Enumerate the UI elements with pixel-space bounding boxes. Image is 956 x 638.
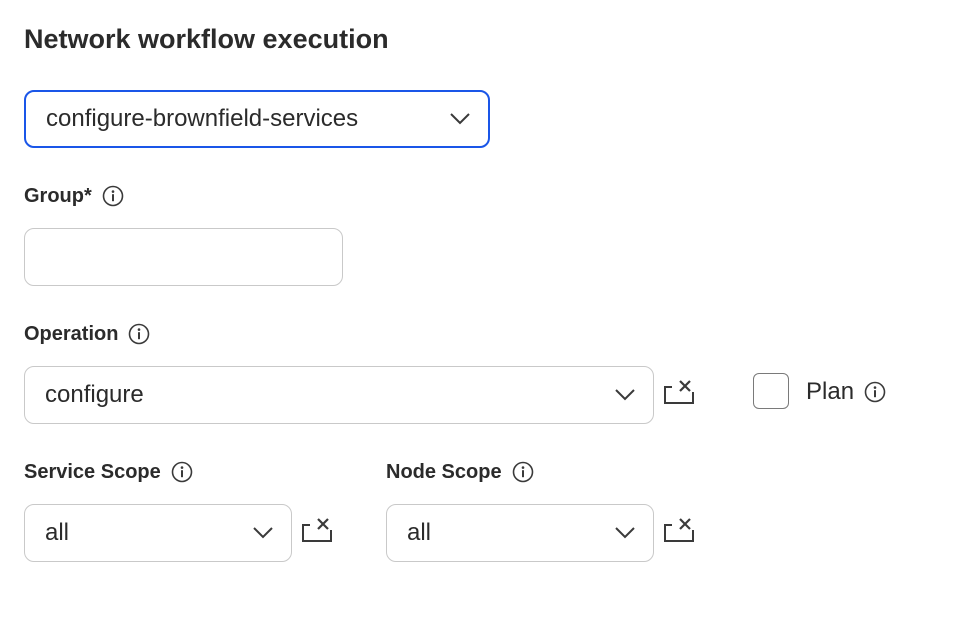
service-scope-label-text: Service Scope bbox=[24, 461, 161, 483]
service-scope-label: Service Scope bbox=[24, 459, 193, 485]
operation-select[interactable]: configure bbox=[24, 366, 654, 424]
service-scope-select-value: all bbox=[45, 519, 70, 546]
clear-field-icon[interactable] bbox=[662, 378, 696, 408]
service-scope-select[interactable]: all bbox=[24, 504, 292, 562]
info-icon[interactable] bbox=[128, 323, 150, 345]
operation-label-text: Operation bbox=[24, 323, 119, 345]
info-icon[interactable] bbox=[171, 461, 193, 483]
node-scope-select[interactable]: all bbox=[386, 504, 654, 562]
chevron-down-icon bbox=[613, 383, 637, 407]
chevron-down-icon bbox=[251, 521, 275, 545]
operation-label: Operation bbox=[24, 321, 150, 347]
page-title: Network workflow execution bbox=[24, 24, 389, 54]
chevron-down-icon bbox=[448, 107, 472, 131]
group-input[interactable] bbox=[24, 228, 343, 286]
clear-field-icon[interactable] bbox=[662, 516, 696, 546]
info-icon[interactable] bbox=[102, 185, 124, 207]
info-icon[interactable] bbox=[864, 381, 886, 403]
plan-label-text: Plan bbox=[806, 378, 855, 405]
info-icon[interactable] bbox=[512, 461, 534, 483]
workflow-select[interactable]: configure-brownfield-services bbox=[24, 90, 490, 148]
node-scope-label: Node Scope bbox=[386, 459, 534, 485]
node-scope-label-text: Node Scope bbox=[386, 461, 502, 483]
chevron-down-icon bbox=[613, 521, 637, 545]
operation-select-value: configure bbox=[45, 381, 144, 408]
plan-label: Plan bbox=[806, 377, 886, 407]
workflow-form: Network workflow execution configure-bro… bbox=[0, 0, 956, 638]
workflow-select-value: configure-brownfield-services bbox=[46, 105, 359, 132]
plan-checkbox[interactable] bbox=[753, 373, 789, 409]
group-label-text: Group* bbox=[24, 185, 92, 207]
clear-field-icon[interactable] bbox=[300, 516, 334, 546]
node-scope-select-value: all bbox=[407, 519, 432, 546]
group-label: Group* bbox=[24, 183, 124, 209]
